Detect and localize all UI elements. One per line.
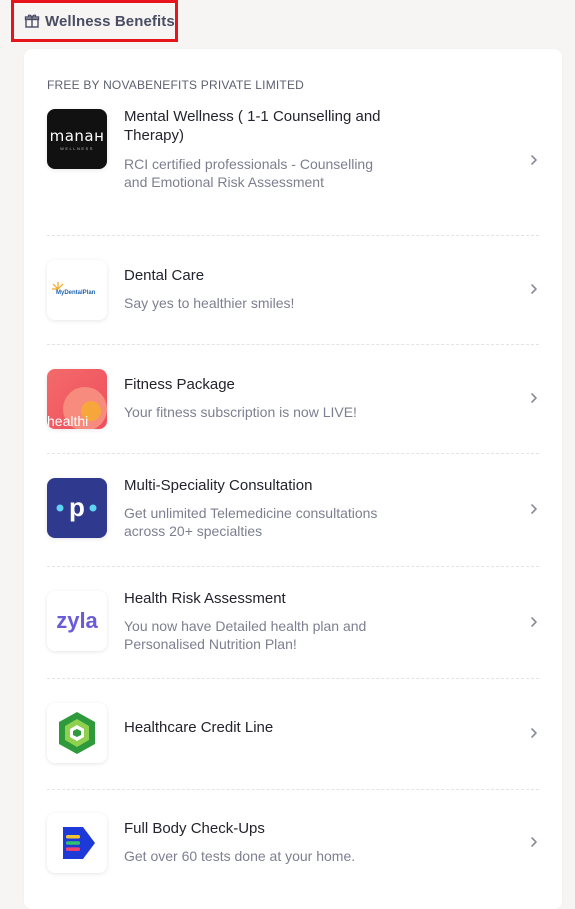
benefit-title: Dental Care: [124, 267, 205, 284]
gift-box-icon: [24, 13, 40, 29]
divider: [47, 344, 539, 345]
pace-logo-icon: p: [47, 478, 107, 538]
benefit-description: Say yes to healthier smiles!: [124, 295, 295, 311]
benefit-description: RCI certified professionals - Counsellin…: [124, 156, 373, 190]
benefit-item-multi-speciality-consultation[interactable]: p Multi-Speciality Consultation Get unli…: [47, 477, 539, 539]
zyla-logo-icon: zyla: [47, 591, 107, 651]
benefit-title: Multi-Speciality Consultation: [124, 477, 313, 494]
benefit-item-full-body-check-ups[interactable]: Full Body Check-Ups Get over 60 tests do…: [47, 813, 539, 873]
benefits-card: FREE BY NOVABENEFITS PRIVATE LIMITED man…: [24, 49, 562, 909]
benefit-item-fitness-package[interactable]: healthi Fitness Package Your fitness sub…: [47, 369, 539, 429]
page-title: Wellness Benefits: [45, 12, 175, 30]
chevron-right-icon: [531, 393, 537, 403]
benefit-item-health-risk-assessment[interactable]: zyla Health Risk Assessment You now have…: [47, 590, 539, 652]
benefit-description: Your fitness subscription is now LIVE!: [124, 404, 357, 420]
divider: [47, 235, 539, 236]
chevron-right-icon: [531, 837, 537, 847]
healthifyme-logo-icon: healthi: [47, 369, 107, 429]
chevron-right-icon: [531, 155, 537, 165]
benefit-item-healthcare-credit-line[interactable]: Healthcare Credit Line: [47, 703, 539, 763]
mydentalplan-logo-icon: MyDentalPlan: [47, 260, 107, 320]
benefit-description: You now have Detailed health plan and Pe…: [124, 618, 367, 652]
divider: [47, 678, 539, 679]
benefit-title: Full Body Check-Ups: [124, 820, 265, 837]
chevron-right-icon: [531, 617, 537, 627]
svg-text:MyDentalPlan: MyDentalPlan: [56, 290, 96, 296]
divider: [47, 566, 539, 567]
benefit-title: Health Risk Assessment: [124, 590, 286, 607]
hexagon-logo-icon: [47, 703, 107, 763]
wellness-benefits-header: Wellness Benefits: [11, 0, 178, 42]
chevron-right-icon: [531, 728, 537, 738]
divider: [47, 453, 539, 454]
section-label: FREE BY NOVABENEFITS PRIVATE LIMITED: [47, 78, 305, 92]
benefit-description: Get unlimited Telemedicine consultations…: [124, 505, 378, 539]
benefit-description: Get over 60 tests done at your home.: [124, 848, 356, 864]
divider: [47, 789, 539, 790]
ekincare-logo-icon: [47, 813, 107, 873]
benefit-title: Fitness Package: [124, 376, 235, 393]
chevron-right-icon: [531, 504, 537, 514]
benefit-item-mental-wellness[interactable]: manaн WELLNESS Mental Wellness ( 1-1 Cou…: [47, 108, 539, 239]
benefit-item-dental-care[interactable]: MyDentalPlan Dental Care Say yes to heal…: [47, 260, 539, 320]
svg-text:p: p: [69, 492, 85, 522]
benefit-title: Healthcare Credit Line: [124, 719, 274, 736]
svg-text:healthi: healthi: [47, 413, 88, 429]
chevron-right-icon: [531, 284, 537, 294]
manah-logo-icon: manaн WELLNESS: [47, 109, 107, 169]
benefit-title: Mental Wellness ( 1-1 Counselling and Th…: [124, 108, 381, 144]
